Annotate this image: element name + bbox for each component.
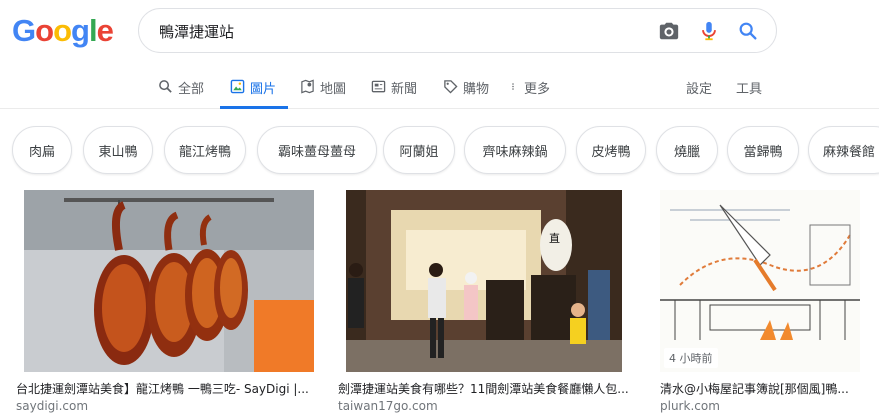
logo-letter: G: [12, 13, 36, 48]
image-result[interactable]: 直 劍潭捷運站美食有哪些？11間劍潭站美食餐廳懶人包... taiwan17go…: [338, 190, 636, 420]
result-thumbnail[interactable]: 直: [346, 190, 622, 372]
microphone-icon[interactable]: [698, 20, 720, 42]
related-chips: 肉扁 東山鴨 龍江烤鴨 霸味薑母薑母 阿蘭姐 齊味麻辣鍋 皮烤鴨 燒臘 當歸鴨 …: [0, 126, 879, 174]
chip-item[interactable]: 皮烤鴨: [576, 126, 646, 174]
result-thumbnail[interactable]: [24, 190, 314, 372]
result-source: plurk.com: [660, 399, 720, 413]
time-badge: 4 小時前: [664, 348, 718, 368]
search-input[interactable]: [159, 19, 639, 43]
result-caption[interactable]: 台北捷運劍潭站美食】龍江烤鴨 一鴨三吃- SayDigi |...: [16, 380, 321, 397]
chip-item[interactable]: 東山鴨: [83, 126, 153, 174]
chip-item[interactable]: 齊味麻辣鍋: [464, 126, 566, 174]
tab-maps[interactable]: 地圖: [300, 78, 346, 109]
image-result[interactable]: 台北捷運劍潭站美食】龍江烤鴨 一鴨三吃- SayDigi |... saydig…: [16, 190, 324, 420]
chip-item[interactable]: 麻辣餐館: [808, 126, 879, 174]
tab-label: 圖片: [250, 82, 277, 97]
chip-item[interactable]: 阿蘭姐: [383, 126, 455, 174]
tab-label: 新聞: [391, 82, 418, 97]
chip-item[interactable]: 燒臘: [656, 126, 718, 174]
camera-icon[interactable]: [658, 20, 680, 42]
google-logo[interactable]: Google: [12, 13, 114, 49]
tab-label: 購物: [463, 82, 490, 97]
tab-label: 更多: [524, 82, 551, 97]
roast-duck-image: [24, 190, 314, 372]
result-caption[interactable]: 清水@小梅屋記事簿說[那個風]鴨...: [660, 380, 870, 397]
search-icon: [159, 80, 172, 93]
result-source: saydigi.com: [16, 399, 89, 413]
tab-shopping[interactable]: 購物: [443, 78, 489, 109]
chip-item[interactable]: 肉扁: [12, 126, 72, 174]
tag-icon: [444, 80, 458, 94]
image-icon: [230, 79, 245, 94]
logo-letter: e: [96, 13, 114, 48]
tab-news[interactable]: 新聞: [371, 78, 417, 109]
tab-label: 全部: [178, 82, 205, 97]
search-box: [138, 8, 777, 53]
tools-link[interactable]: 工具: [736, 78, 762, 97]
logo-letter: l: [88, 13, 98, 48]
logo-letter: g: [71, 13, 90, 48]
result-thumbnail[interactable]: [660, 190, 860, 372]
illustration-image: [660, 190, 860, 372]
settings-link[interactable]: 設定: [686, 78, 712, 97]
more-vert-icon: [512, 83, 514, 90]
tab-all[interactable]: 全部: [158, 78, 204, 109]
tab-label: 地圖: [320, 82, 347, 97]
logo-letter: o: [35, 13, 54, 48]
search-tabs: 全部 圖片 地圖 新聞 購物 更多 設定 工具: [0, 64, 879, 109]
search-icon[interactable]: [737, 20, 759, 42]
chip-item[interactable]: 當歸鴨: [727, 126, 799, 174]
chip-item[interactable]: 霸味薑母薑母: [257, 126, 377, 174]
svg-text:直: 直: [549, 231, 560, 245]
image-result[interactable]: 4 小時前 清水@小梅屋記事簿說[那個風]鴨... plurk.com: [660, 190, 870, 420]
storefront-image: 直: [346, 190, 622, 372]
tab-images[interactable]: 圖片: [220, 78, 288, 109]
tab-more[interactable]: 更多: [511, 78, 550, 109]
map-icon: [301, 79, 314, 94]
chip-item[interactable]: 龍江烤鴨: [164, 126, 246, 174]
news-icon: [371, 80, 386, 93]
result-caption[interactable]: 劍潭捷運站美食有哪些？11間劍潭站美食餐廳懶人包...: [338, 380, 628, 397]
result-source: taiwan17go.com: [338, 399, 438, 413]
logo-letter: o: [53, 13, 72, 48]
